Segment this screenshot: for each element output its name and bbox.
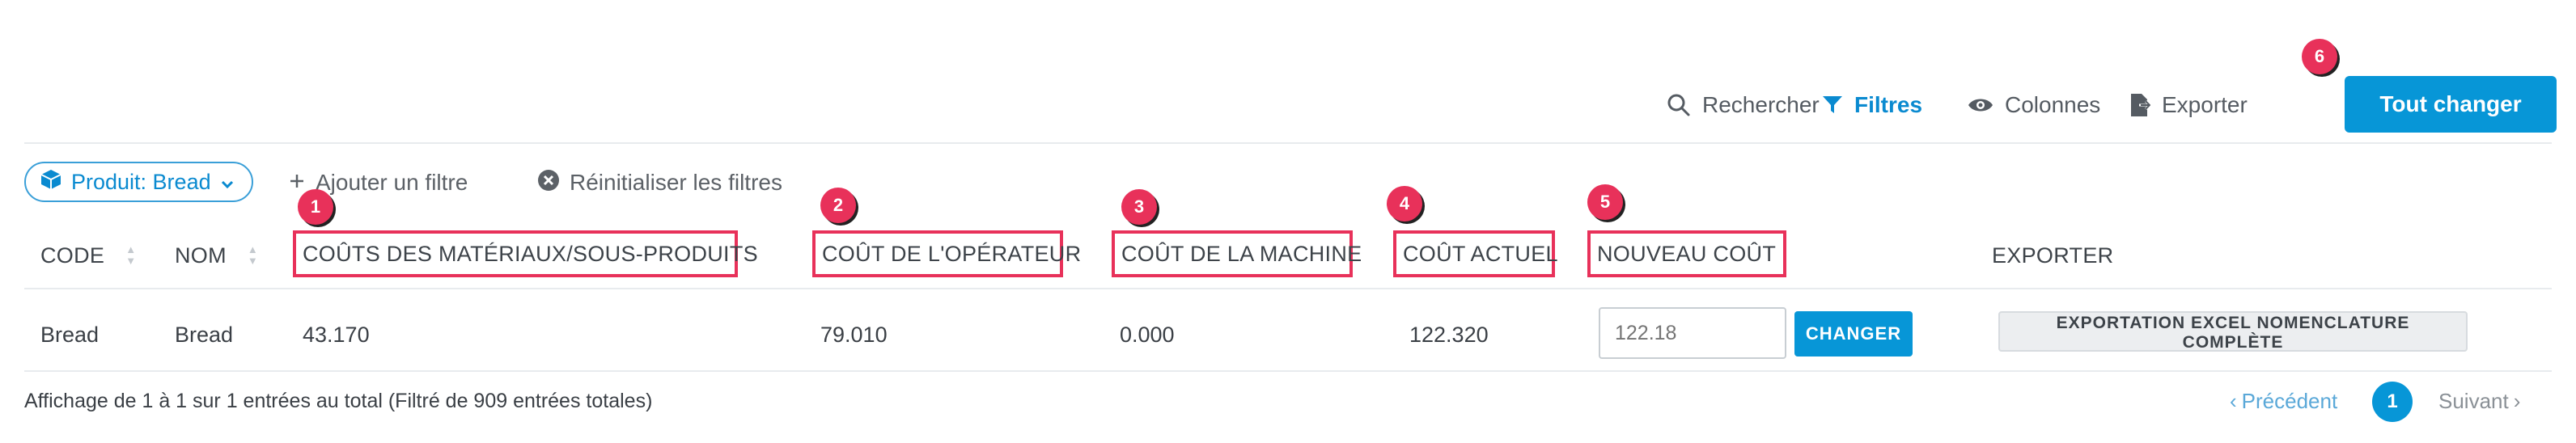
- chevron-right-icon: ›: [2513, 388, 2521, 413]
- filters-tool[interactable]: Filtres: [1822, 82, 1922, 128]
- change-all-button[interactable]: Tout changer: [2345, 76, 2557, 133]
- chevron-left-icon: ‹: [2230, 388, 2237, 413]
- plus-icon: [288, 170, 306, 196]
- row-divider: [24, 370, 2552, 372]
- cube-icon: [40, 169, 61, 196]
- search-label: Rechercher: [1702, 92, 1820, 117]
- column-header-code-label: CODE: [40, 243, 105, 268]
- pagination-info: Affichage de 1 à 1 sur 1 entrées au tota…: [24, 389, 653, 412]
- previous-page-label: Précédent: [2241, 388, 2338, 413]
- annotation-badge-6: 6: [2302, 39, 2337, 74]
- column-header-materials-cost: COÛTS DES MATÉRIAUX/SOUS-PRODUITS: [293, 230, 758, 277]
- product-filter-label: Produit: Bread: [71, 169, 211, 194]
- reset-filters-link[interactable]: Réinitialiser les filtres: [537, 165, 782, 200]
- column-header-export: EXPORTER: [1992, 237, 2113, 274]
- annotation-badge-3: 3: [1121, 189, 1157, 225]
- cell-machine-cost: 0.000: [1120, 322, 1175, 347]
- next-page-button[interactable]: Suivant ›: [2438, 385, 2520, 417]
- reset-filters-label: Réinitialiser les filtres: [570, 170, 782, 195]
- sort-icon: ▲ ▼: [125, 243, 137, 267]
- current-page-button[interactable]: 1: [2372, 382, 2413, 422]
- export-tool[interactable]: Exporter: [2129, 82, 2248, 128]
- columns-label: Colonnes: [2005, 92, 2101, 117]
- chevron-down-icon: [221, 170, 234, 195]
- cell-operator-cost: 79.010: [820, 322, 888, 347]
- sort-icon: ▲ ▼: [247, 243, 259, 267]
- close-circle-icon: [537, 169, 560, 197]
- column-header-operator-cost-label: COÛT DE L'OPÉRATEUR: [822, 241, 1082, 266]
- column-header-new-cost: NOUVEAU COÛT: [1587, 230, 1786, 277]
- column-header-code[interactable]: CODE ▲ ▼: [40, 237, 136, 274]
- column-header-machine-cost-label: COÛT DE LA MACHINE: [1121, 241, 1362, 266]
- cell-materials-cost: 43.170: [303, 322, 370, 347]
- eye-icon: [1968, 96, 1993, 114]
- annotation-badge-1: 1: [298, 189, 333, 225]
- search-icon: [1667, 93, 1691, 117]
- column-header-export-label: EXPORTER: [1992, 243, 2114, 268]
- export-label: Exporter: [2162, 92, 2248, 117]
- add-filter-label: Ajouter un filtre: [316, 170, 468, 195]
- annotation-badge-2: 2: [820, 188, 856, 223]
- next-page-label: Suivant: [2438, 388, 2509, 413]
- columns-tool[interactable]: Colonnes: [1968, 82, 2100, 128]
- cell-code: Bread: [40, 322, 100, 347]
- export-icon: [2129, 93, 2150, 117]
- column-header-new-cost-label: NOUVEAU COÛT: [1597, 241, 1777, 266]
- filter-icon: [1822, 95, 1843, 116]
- search-tool[interactable]: Rechercher: [1667, 82, 1820, 128]
- filters-label: Filtres: [1854, 92, 1923, 117]
- product-filter-chip[interactable]: Produit: Bread: [24, 162, 253, 202]
- column-header-current-cost-label: COÛT ACTUEL: [1403, 241, 1558, 266]
- export-excel-bom-button[interactable]: EXPORTATION EXCEL NOMENCLATURE COMPLÈTE: [1998, 311, 2468, 352]
- column-header-current-cost: COÛT ACTUEL: [1393, 230, 1558, 277]
- column-header-name-label: NOM: [175, 243, 227, 268]
- change-button[interactable]: CHANGER: [1794, 311, 1913, 357]
- previous-page-button[interactable]: ‹ Précédent: [2230, 385, 2337, 417]
- column-header-name[interactable]: NOM ▲ ▼: [175, 237, 258, 274]
- column-header-machine-cost: COÛT DE LA MACHINE: [1112, 230, 1362, 277]
- column-header-operator-cost: COÛT DE L'OPÉRATEUR: [812, 230, 1081, 277]
- bom-cost-page: Rechercher Filtres Colonnes Exporter Tou…: [0, 0, 2576, 443]
- annotation-badge-5: 5: [1587, 184, 1623, 220]
- cell-current-cost: 122.320: [1409, 322, 1489, 347]
- new-cost-input[interactable]: [1599, 307, 1786, 359]
- toolbar-divider: [24, 142, 2552, 144]
- column-header-materials-cost-label: COÛTS DES MATÉRIAUX/SOUS-PRODUITS: [303, 241, 758, 266]
- header-divider: [24, 288, 2552, 289]
- annotation-badge-4: 4: [1387, 186, 1422, 222]
- cell-name: Bread: [175, 322, 234, 347]
